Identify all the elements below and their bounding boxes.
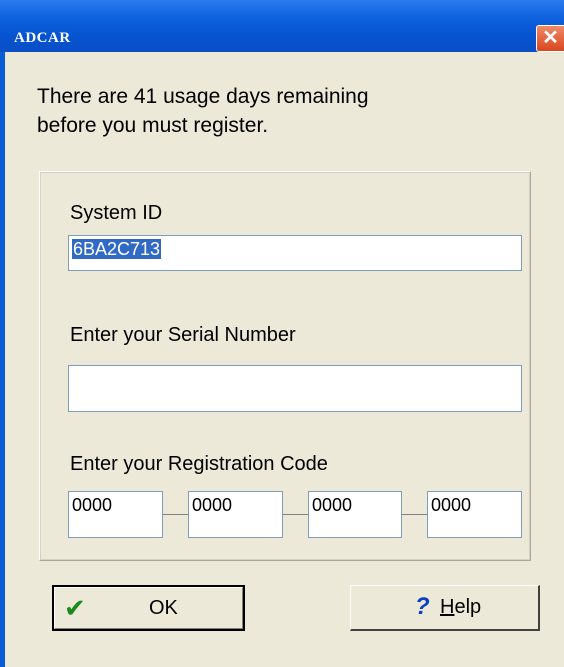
question-icon: ? bbox=[415, 593, 430, 620]
system-id-field[interactable]: 6BA2C713 bbox=[68, 235, 522, 271]
system-id-label: System ID bbox=[70, 202, 163, 224]
close-button[interactable]: ✕ bbox=[536, 25, 564, 52]
help-label-rest: elp bbox=[454, 596, 482, 618]
serial-number-input[interactable] bbox=[68, 365, 522, 412]
usage-message-line-2: before you must register. bbox=[37, 114, 269, 137]
system-id-value: 6BA2C713 bbox=[72, 239, 162, 259]
help-mnemonic: H bbox=[440, 596, 455, 618]
dialog-client-area: There are 41 usage days remaining before… bbox=[5, 52, 564, 667]
registration-code-segment-3[interactable]: 0000 bbox=[308, 491, 402, 538]
help-button[interactable]: ? Help bbox=[350, 585, 540, 631]
registration-code-segment-1[interactable]: 0000 bbox=[68, 491, 163, 538]
registration-code-segment-2[interactable]: 0000 bbox=[188, 491, 283, 538]
usage-message: There are 41 usage days remaining before… bbox=[37, 82, 517, 140]
registration-code-segment-3-value: 0000 bbox=[312, 495, 353, 515]
segment-separator bbox=[402, 514, 427, 515]
ok-button-label: OK bbox=[149, 597, 178, 619]
registration-panel: System ID 6BA2C713 Enter your Serial Num… bbox=[39, 171, 531, 561]
help-button-label: Help bbox=[440, 596, 481, 619]
serial-number-label: Enter your Serial Number bbox=[70, 324, 296, 346]
segment-separator bbox=[163, 514, 188, 515]
registration-code-segment-1-value: 0000 bbox=[72, 495, 113, 515]
checkmark-icon: ✔ bbox=[64, 593, 86, 623]
registration-code-label: Enter your Registration Code bbox=[70, 453, 328, 475]
close-icon: ✕ bbox=[542, 27, 559, 49]
title-bar[interactable]: ADCAR ✕ bbox=[0, 0, 564, 52]
serial-number-text[interactable] bbox=[72, 369, 518, 390]
ok-button[interactable]: ✔ OK bbox=[52, 585, 245, 631]
dialog-window: ADCAR ✕ There are 41 usage days remainin… bbox=[0, 0, 564, 667]
registration-code-segment-2-value: 0000 bbox=[192, 495, 233, 515]
segment-separator bbox=[283, 514, 308, 515]
window-title: ADCAR bbox=[14, 30, 71, 46]
registration-code-segment-4[interactable]: 0000 bbox=[427, 491, 522, 538]
usage-message-line-1: There are 41 usage days remaining bbox=[37, 85, 369, 108]
registration-code-segment-4-value: 0000 bbox=[431, 495, 472, 515]
